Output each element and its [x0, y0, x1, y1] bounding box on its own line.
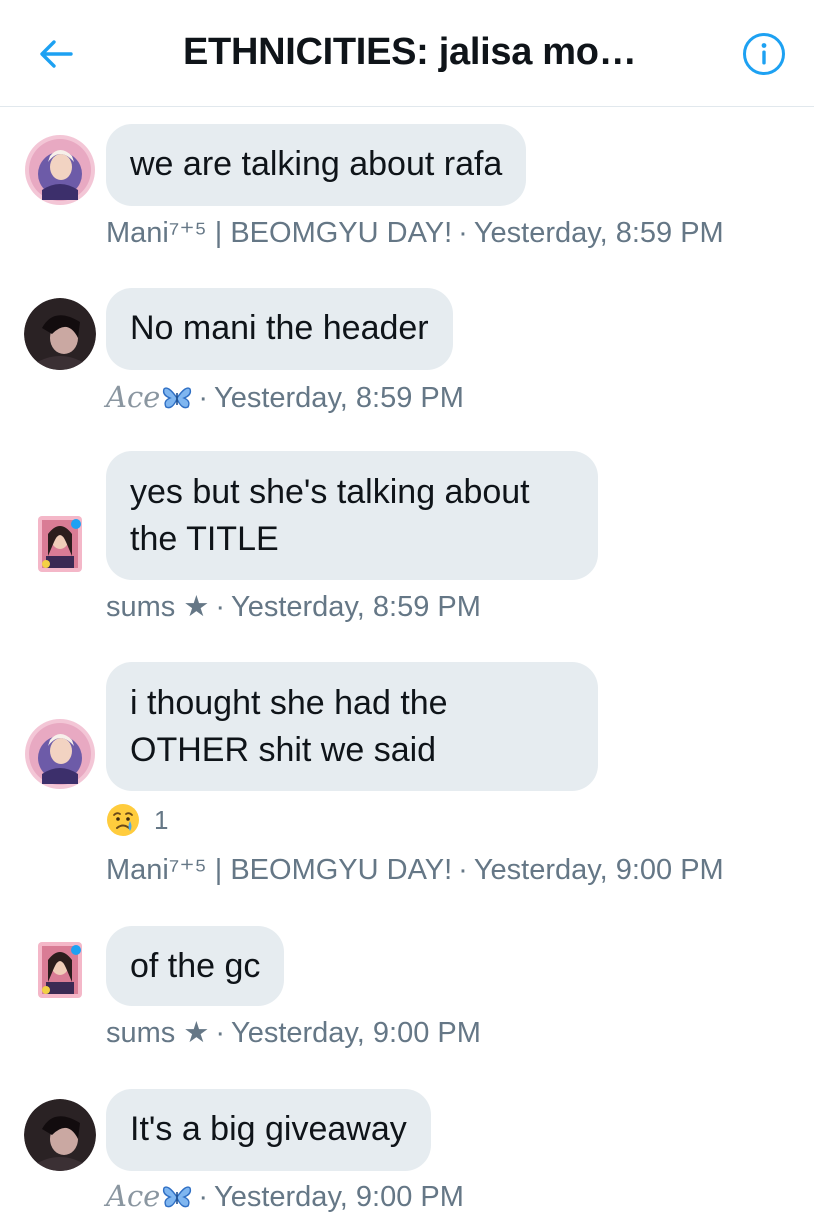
reaction-count: 1	[154, 804, 169, 835]
message-text: i thought she had the OTHER shit we said	[130, 684, 448, 769]
conversation-title: ETHNICITIES: jalisa mo…	[183, 31, 637, 73]
crying-face-icon	[107, 804, 139, 836]
message-meta: Mani⁷⁺⁵ | BEOMGYU DAY! · Yesterday, 8:59 P…	[106, 217, 724, 249]
message-text: No mani the header	[130, 309, 429, 347]
timestamp: Yesterday, 9:00 PM	[231, 1017, 481, 1049]
avatar[interactable]	[24, 718, 96, 790]
info-button[interactable]	[740, 30, 788, 78]
arrow-left-icon	[40, 40, 73, 68]
author-name[interactable]: Ace	[106, 380, 160, 414]
message-bubble[interactable]: It's a big giveaway	[106, 1089, 431, 1171]
author-name[interactable]: Mani⁷⁺⁵ | BEOMGYU DAY!	[106, 217, 452, 249]
butterfly-icon	[163, 387, 192, 409]
author-name[interactable]: sums ★	[106, 1017, 209, 1049]
avatar[interactable]	[24, 134, 96, 206]
author-name[interactable]: sums ★	[106, 591, 209, 623]
message-text: we are talking about rafa	[130, 145, 503, 183]
conversation-header: ETHNICITIES: jalisa mo…	[0, 0, 814, 107]
reaction[interactable]: 1	[106, 803, 168, 837]
avatar[interactable]	[38, 942, 82, 998]
timestamp: Yesterday, 9:00 PM	[214, 1181, 464, 1213]
message-meta: Mani⁷⁺⁵ | BEOMGYU DAY! · Yesterday, 9:00 P…	[106, 854, 724, 886]
back-button[interactable]	[34, 32, 78, 76]
message-text: yes but she's talking about the TITLE	[130, 473, 530, 558]
author-name[interactable]: Ace	[106, 1179, 160, 1213]
message-bubble[interactable]: we are talking about rafa	[106, 124, 527, 206]
message-bubble[interactable]: No mani the header	[106, 288, 453, 370]
message-bubble[interactable]: i thought she had the OTHER shit we said	[106, 662, 598, 791]
timestamp: Yesterday, 9:00 PM	[473, 854, 724, 886]
timestamp: Yesterday, 8:59 PM	[473, 217, 724, 249]
message-bubble[interactable]: of the gc	[106, 926, 285, 1006]
message-meta: Ace · Yesterday, 9:00 PM	[106, 1179, 464, 1213]
butterfly-icon	[163, 1186, 192, 1208]
info-circle-icon	[743, 33, 785, 75]
message-bubble[interactable]: yes but she's talking about the TITLE	[106, 451, 598, 580]
timestamp: Yesterday, 8:59 PM	[214, 382, 464, 414]
author-name[interactable]: Mani⁷⁺⁵ | BEOMGYU DAY!	[106, 854, 452, 886]
avatar[interactable]	[24, 298, 96, 370]
message-meta: sums ★ · Yesterday, 8:59 PM	[106, 591, 481, 623]
message-meta: sums ★ · Yesterday, 9:00 PM	[106, 1017, 481, 1049]
message-text: It's a big giveaway	[130, 1110, 407, 1148]
message-text: of the gc	[130, 947, 261, 985]
avatar[interactable]	[38, 516, 82, 572]
avatar[interactable]	[24, 1099, 96, 1171]
timestamp: Yesterday, 8:59 PM	[231, 591, 481, 623]
message-meta: Ace · Yesterday, 8:59 PM	[106, 380, 464, 414]
